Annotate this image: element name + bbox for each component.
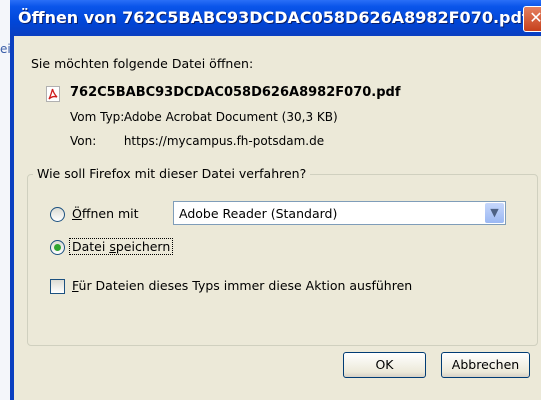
always-do-checkbox[interactable] — [50, 279, 65, 294]
file-source-value: https://mycampus.fh-potsdam.de — [123, 134, 325, 148]
open-with-text: ffnen mit — [81, 206, 139, 221]
open-with-accesskey: Ö — [72, 206, 82, 221]
ok-button[interactable]: OK — [343, 352, 426, 378]
close-button[interactable]: ✕ — [523, 6, 541, 32]
file-type-row: Vom Typ: Adobe Acrobat Document (30,3 KB… — [70, 110, 338, 124]
file-source-row: Von: https://mycampus.fh-potsdam.de — [70, 134, 324, 148]
title-bar[interactable]: Öffnen von 762C5BABC93DCDAC058D626A8982F… — [10, 0, 541, 36]
open-with-radio[interactable] — [50, 207, 65, 222]
dialog-title: Öffnen von 762C5BABC93DCDAC058D626A8982F… — [18, 8, 529, 27]
always-do-label[interactable]: Für Dateien dieses Typs immer diese Akti… — [72, 278, 412, 293]
save-file-prefix: Datei — [72, 239, 110, 254]
cancel-button[interactable]: Abbrechen — [441, 352, 530, 378]
save-file-radio[interactable] — [50, 240, 65, 255]
open-with-label[interactable]: Öffnen mit — [72, 206, 139, 221]
prompt-text: Sie möchten folgende Datei öffnen: — [31, 56, 254, 71]
pdf-file-icon — [46, 86, 60, 102]
dialog-body: Sie möchten folgende Datei öffnen: 762C5… — [14, 36, 541, 400]
chevron-down-icon[interactable]: ▼ — [485, 203, 504, 223]
file-type-label: Vom Typ: — [70, 110, 125, 124]
always-do-text: ür Dateien dieses Typs immer diese Aktio… — [78, 278, 413, 293]
save-file-label[interactable]: Datei speichern — [68, 238, 174, 255]
action-groupbox: Wie soll Firefox mit dieser Datei verfah… — [27, 166, 538, 346]
open-with-app-select[interactable]: Adobe Reader (Standard) ▼ — [173, 201, 506, 225]
file-type-value: Adobe Acrobat Document (30,3 KB) — [123, 110, 338, 124]
open-with-app-value: Adobe Reader (Standard) — [179, 206, 338, 221]
file-name: 762C5BABC93DCDAC058D626A8982F070.pdf — [70, 85, 401, 100]
save-file-text: peichern — [115, 239, 171, 254]
file-source-label: Von: — [70, 134, 97, 148]
open-file-dialog: Öffnen von 762C5BABC93DCDAC058D626A8982F… — [10, 0, 541, 400]
action-group-legend: Wie soll Firefox mit dieser Datei verfah… — [33, 166, 311, 181]
close-icon: ✕ — [529, 8, 541, 27]
